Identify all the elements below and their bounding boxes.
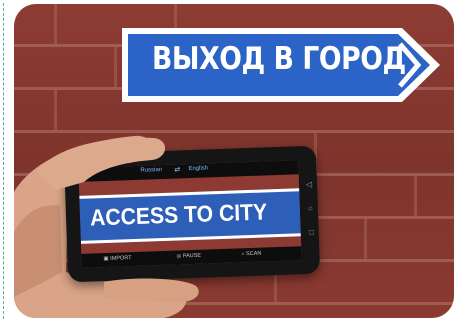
import-label: IMPORT	[110, 255, 132, 262]
translation-overlay: ACCESS TO CITY	[79, 188, 301, 244]
photo: ВЫХОД В ГОРОД Russian ⇄ English ACCESS T…	[14, 4, 454, 318]
pause-button[interactable]: ◎ PAUSE	[176, 253, 201, 260]
import-button[interactable]: ▣ IMPORT	[103, 255, 131, 262]
home-nav-icon[interactable]: ○	[308, 204, 313, 213]
translated-text: ACCESS TO CITY	[89, 198, 268, 231]
pause-label: PAUSE	[182, 252, 202, 260]
frame-border-line	[3, 3, 5, 319]
swap-languages-icon[interactable]: ⇄	[174, 165, 180, 173]
target-language[interactable]: English	[188, 165, 208, 172]
scan-label: SCAN	[245, 250, 262, 258]
street-sign: ВЫХОД В ГОРОД	[122, 28, 440, 102]
sign-text: ВЫХОД В ГОРОД	[152, 41, 406, 77]
scan-button[interactable]: ⌕ SCAN	[241, 251, 261, 259]
recents-nav-icon[interactable]: □	[309, 228, 314, 237]
finger	[104, 278, 199, 303]
thumb	[36, 137, 166, 190]
camera-bottom-bar: ▣ IMPORT ◎ PAUSE ⌕ SCAN	[81, 246, 302, 268]
back-nav-icon[interactable]: ◁	[306, 180, 312, 189]
